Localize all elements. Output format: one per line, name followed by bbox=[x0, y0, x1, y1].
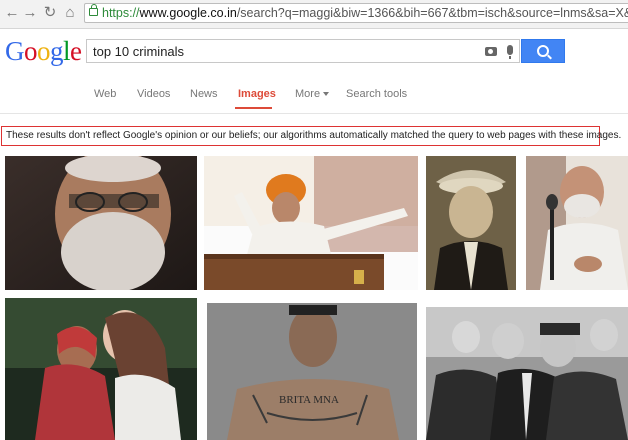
home-icon[interactable]: ⌂ bbox=[62, 5, 78, 21]
browser-toolbar: ← → ↻ ⌂ https://www.google.co.in/search?… bbox=[0, 0, 628, 29]
portrait-image: BRITA MNA bbox=[207, 303, 417, 440]
tab-videos[interactable]: Videos bbox=[137, 88, 170, 100]
address-bar[interactable]: https://www.google.co.in/search?q=maggi&… bbox=[84, 3, 628, 23]
portrait-image bbox=[526, 156, 628, 290]
search-button[interactable] bbox=[521, 39, 565, 63]
back-icon[interactable]: ← bbox=[4, 5, 20, 21]
portrait-image bbox=[426, 307, 628, 440]
search-icon bbox=[537, 45, 549, 57]
image-results-grid: BRITA MNA bbox=[0, 150, 628, 440]
image-result[interactable] bbox=[426, 307, 628, 440]
active-tab-indicator bbox=[235, 107, 272, 109]
image-result[interactable] bbox=[204, 156, 418, 290]
portrait-image bbox=[5, 156, 197, 290]
tab-more-label: More bbox=[295, 88, 321, 100]
disclaimer-text: These results don't reflect Google's opi… bbox=[6, 130, 622, 141]
url-text: https://www.google.co.in/search?q=maggi&… bbox=[102, 6, 628, 20]
search-input[interactable] bbox=[93, 42, 473, 60]
tab-web[interactable]: Web bbox=[94, 88, 116, 100]
tab-more[interactable]: More bbox=[295, 88, 330, 100]
google-logo[interactable]: Google bbox=[5, 36, 82, 67]
tab-images[interactable]: Images bbox=[238, 88, 276, 100]
svg-text:BRITA MNA: BRITA MNA bbox=[279, 394, 339, 406]
search-tabs: Web Videos News Images More Search tools bbox=[0, 86, 628, 109]
tab-search-tools[interactable]: Search tools bbox=[346, 88, 407, 100]
image-result[interactable]: BRITA MNA bbox=[207, 303, 417, 440]
search-box bbox=[86, 39, 520, 63]
divider bbox=[0, 113, 628, 114]
portrait-image bbox=[426, 156, 516, 290]
disclaimer-notice: These results don't reflect Google's opi… bbox=[1, 126, 621, 146]
tab-news[interactable]: News bbox=[190, 88, 218, 100]
image-result[interactable] bbox=[5, 156, 197, 290]
forward-icon[interactable]: → bbox=[22, 5, 38, 21]
microphone-icon[interactable] bbox=[507, 45, 513, 59]
chevron-down-icon bbox=[323, 92, 330, 97]
lock-icon bbox=[89, 4, 98, 16]
image-result[interactable] bbox=[426, 156, 516, 290]
image-result[interactable] bbox=[526, 156, 628, 290]
camera-icon[interactable] bbox=[485, 47, 497, 56]
portrait-image bbox=[204, 156, 418, 290]
reload-icon[interactable]: ↻ bbox=[42, 5, 58, 21]
portrait-image bbox=[5, 298, 197, 440]
image-result[interactable] bbox=[5, 298, 197, 440]
